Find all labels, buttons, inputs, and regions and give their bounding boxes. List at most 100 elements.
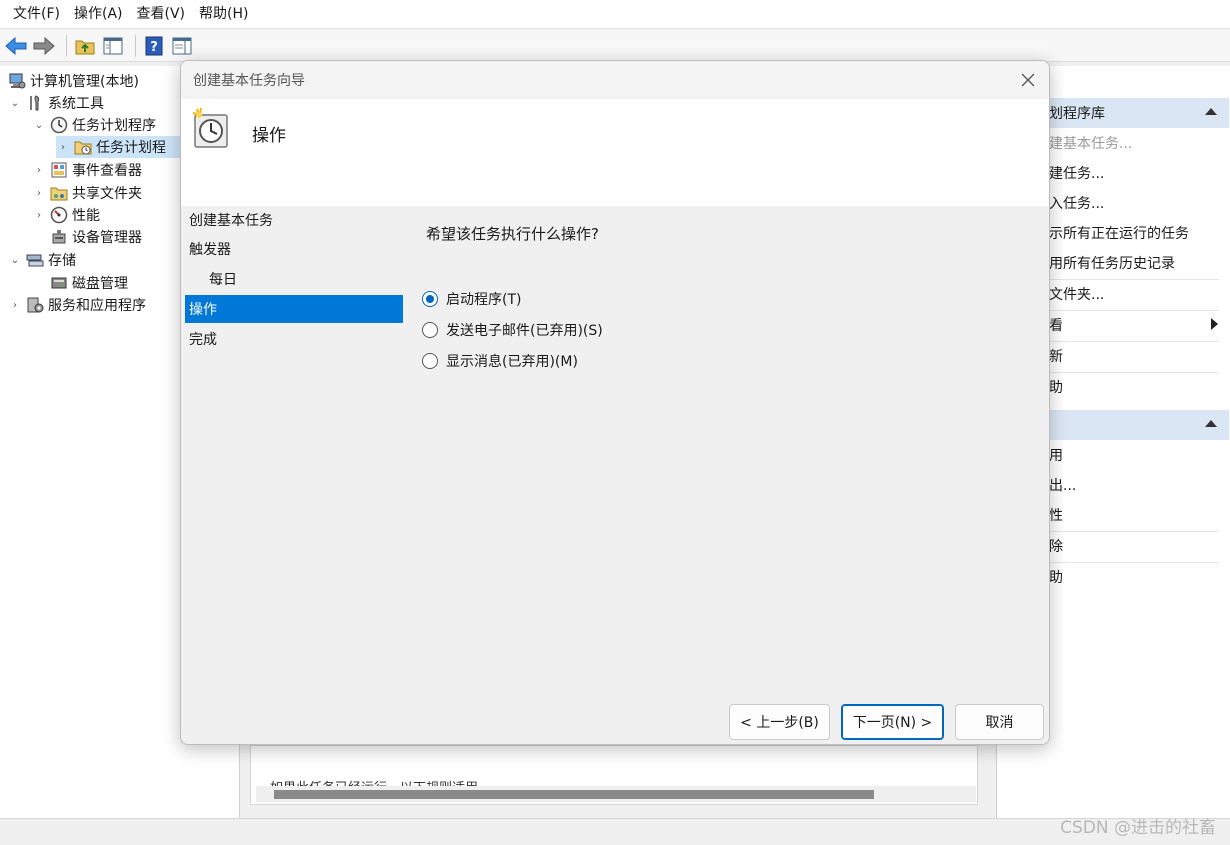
action-disable[interactable]: 用 <box>1049 440 1063 470</box>
action-create-task[interactable]: 建任务... <box>1049 158 1104 188</box>
scrollbar-thumb[interactable] <box>274 790 874 799</box>
menu-help[interactable]: 帮助(H) <box>192 0 255 29</box>
chevron-right-icon[interactable]: › <box>8 300 22 311</box>
wizard-step-finish[interactable]: 完成 <box>185 325 403 353</box>
tree-item-label: 计算机管理(本地) <box>30 74 139 90</box>
chevron-right-icon[interactable]: › <box>32 188 46 199</box>
action-refresh[interactable]: 新 <box>1049 341 1063 371</box>
wizard-title-bar[interactable]: 创建基本任务向导 <box>181 61 1049 99</box>
actions-separator <box>1049 341 1219 342</box>
wizard-step-action[interactable]: 操作 <box>185 295 403 323</box>
tree-item-label: 性能 <box>72 208 100 224</box>
storage-icon <box>26 251 44 269</box>
menu-file[interactable]: 文件(F) <box>6 0 67 29</box>
actions-separator <box>1049 531 1219 532</box>
shared-folder-icon <box>50 184 68 202</box>
option-send-email[interactable]: 发送电子邮件(已弃用)(S) <box>422 318 603 342</box>
chevron-right-icon[interactable]: › <box>56 142 70 153</box>
collapse-up-icon[interactable] <box>1205 420 1217 427</box>
option-show-message[interactable]: 显示消息(已弃用)(M) <box>422 349 578 373</box>
create-basic-task-wizard: 创建基本任务向导 操作 创建基本任务 触发器 每日 操作 完成 希望该任务执行什… <box>180 60 1050 745</box>
radio-send-email[interactable] <box>422 322 438 338</box>
action-import-task[interactable]: 入任务... <box>1049 188 1104 218</box>
tree-item-storage[interactable]: ⌄ 存储 <box>8 249 76 271</box>
tree-item-label: 共享文件夹 <box>72 186 142 202</box>
tree-item-computer-management[interactable]: 计算机管理(本地) <box>4 70 139 92</box>
wizard-step-daily[interactable]: 每日 <box>185 265 403 293</box>
tree-item-label: 任务计划程 <box>96 140 166 156</box>
toolbar-separator <box>66 34 67 57</box>
horizontal-scrollbar[interactable] <box>256 786 976 802</box>
chevron-down-icon[interactable]: ⌄ <box>8 255 22 266</box>
action-help[interactable]: 助 <box>1049 372 1063 402</box>
tree-item-shared-folders[interactable]: › 共享文件夹 <box>32 182 142 204</box>
status-bar <box>0 818 1230 845</box>
tree-item-performance[interactable]: › 性能 <box>32 204 100 226</box>
tree-item-system-tools[interactable]: ⌄ 系统工具 <box>8 92 104 114</box>
menu-bar: 文件(F) 操作(A) 查看(V) 帮助(H) <box>0 0 1230 29</box>
forward-arrow-icon[interactable] <box>32 34 56 58</box>
submenu-arrow-icon <box>1211 318 1218 330</box>
actions-header-label: 划程序库 <box>1049 106 1105 122</box>
folder-clock-icon <box>74 138 92 156</box>
services-icon <box>26 296 44 314</box>
action-properties[interactable]: 性 <box>1049 500 1063 530</box>
wizard-header-title: 操作 <box>252 126 286 146</box>
close-button[interactable] <box>1017 69 1039 91</box>
action-view[interactable]: 看 <box>1049 310 1063 340</box>
action-enable-history[interactable]: 用所有任务历史记录 <box>1049 248 1175 278</box>
help-icon[interactable]: ? <box>142 34 166 58</box>
option-label: 显示消息(已弃用)(M) <box>446 354 578 370</box>
back-arrow-icon[interactable] <box>4 34 28 58</box>
menu-action[interactable]: 操作(A) <box>67 0 130 29</box>
tree-item-disk-management[interactable]: 磁盘管理 <box>46 272 128 294</box>
option-label: 发送电子邮件(已弃用)(S) <box>446 323 603 339</box>
disk-icon <box>50 274 68 292</box>
task-clock-icon <box>191 107 231 151</box>
action-new-folder[interactable]: 文件夹... <box>1049 279 1104 309</box>
tree-item-task-scheduler[interactable]: ⌄ 任务计划程序 <box>32 114 156 136</box>
tools-icon <box>26 94 44 112</box>
wizard-header: 操作 <box>181 99 1049 206</box>
actions-separator <box>1049 310 1219 311</box>
tree-item-label: 设备管理器 <box>72 230 142 246</box>
tree-item-services-apps[interactable]: › 服务和应用程序 <box>8 294 146 316</box>
wizard-step-create[interactable]: 创建基本任务 <box>185 206 403 234</box>
cancel-button[interactable]: 取消 <box>955 704 1044 740</box>
next-button[interactable]: 下一页(N) > <box>841 704 944 740</box>
center-rule-text: 如果此任务已经运行，以下规则适用 <box>270 777 530 786</box>
chevron-down-icon[interactable]: ⌄ <box>32 120 46 131</box>
tree-item-event-viewer[interactable]: › 事件查看器 <box>32 159 142 181</box>
action-create-basic-task[interactable]: 建基本任务... <box>1049 128 1132 158</box>
option-start-program[interactable]: 启动程序(T) <box>422 287 521 311</box>
option-label: 启动程序(T) <box>446 292 522 308</box>
toolbar: ? <box>0 30 1230 62</box>
chevron-down-icon[interactable]: ⌄ <box>8 98 22 109</box>
menu-view[interactable]: 查看(V) <box>130 0 193 29</box>
tree-item-label: 服务和应用程序 <box>48 298 146 314</box>
toolbar-separator <box>135 34 136 57</box>
svg-text:?: ? <box>150 40 158 55</box>
radio-show-message[interactable] <box>422 353 438 369</box>
device-manager-icon <box>50 228 68 246</box>
tree-item-device-manager[interactable]: 设备管理器 <box>46 226 142 248</box>
collapse-up-icon[interactable] <box>1205 108 1217 115</box>
radio-start-program[interactable] <box>422 291 438 307</box>
chevron-right-icon[interactable]: › <box>32 210 46 221</box>
folder-up-icon[interactable] <box>73 34 97 58</box>
action-pane-icon[interactable] <box>170 34 194 58</box>
tree-item-label: 磁盘管理 <box>72 276 128 292</box>
actions-separator <box>1049 562 1219 563</box>
action-help-2[interactable]: 助 <box>1049 562 1063 592</box>
wizard-step-trigger[interactable]: 触发器 <box>185 235 403 263</box>
back-button[interactable]: < 上一步(B) <box>729 704 830 740</box>
tree-item-label: 系统工具 <box>48 96 104 112</box>
chevron-right-icon[interactable]: › <box>32 165 46 176</box>
tree-item-label: 事件查看器 <box>72 163 142 179</box>
action-delete[interactable]: 除 <box>1049 531 1063 561</box>
tree-item-label: 任务计划程序 <box>72 118 156 134</box>
console-tree-icon[interactable] <box>101 34 125 58</box>
actions-separator <box>1049 372 1219 373</box>
action-export[interactable]: 出... <box>1049 470 1076 500</box>
action-show-running-tasks[interactable]: 示所有正在运行的任务 <box>1049 218 1189 248</box>
